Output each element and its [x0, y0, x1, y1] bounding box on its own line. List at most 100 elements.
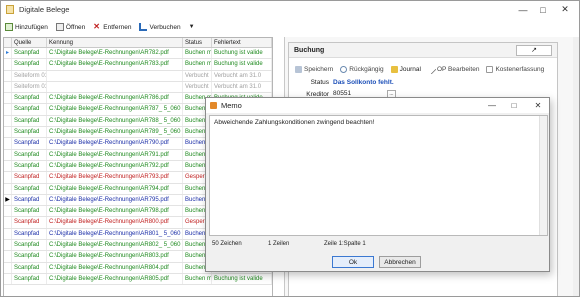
- cell-kennung: C:\Digitale Belege\E-Rechnungen\AR782.pd…: [47, 48, 183, 59]
- open-document-icon: [55, 23, 64, 31]
- status-label: Status: [310, 78, 329, 86]
- header-kennung[interactable]: Kennung: [47, 38, 183, 47]
- journal-button[interactable]: Journal: [390, 65, 421, 73]
- memo-title-bar: Memo — □ ✕: [206, 98, 549, 113]
- memo-statusbar: 50 Zeichen 1 Zeilen Zeile 1:Spalte 1: [209, 239, 548, 249]
- header-status[interactable]: Status: [183, 38, 212, 47]
- cell-kennung: [47, 81, 183, 93]
- cell-kennung: C:\Digitale Belege\E-Rechnungen\AR802_ 5…: [47, 240, 183, 251]
- cell-quelle: Scanpfad: [12, 127, 47, 138]
- pencil-icon: [426, 64, 437, 74]
- cancel-label: Abbrechen: [384, 258, 416, 266]
- memo-textarea[interactable]: Abweichende Zahlungskonditionen zwingend…: [209, 115, 548, 236]
- cell-kennung: [47, 70, 183, 81]
- table-row[interactable]: Scanpfad C:\Digitale Belege\E-Rechnungen\…: [4, 273, 272, 286]
- row-indicator: [4, 149, 12, 160]
- op-edit-button[interactable]: OP Bearbeiten: [426, 64, 480, 74]
- cell-kennung: C:\Digitale Belege\E-Rechnungen\AR783.pd…: [47, 59, 183, 70]
- cell-quelle: Scanpfad: [12, 206, 47, 217]
- cell-status: Buchen mögl: [183, 48, 212, 59]
- cell-kennung: C:\Digitale Belege\E-Rechnungen\AR791.pd…: [47, 149, 183, 160]
- cell-quelle: Scanpfad: [12, 160, 47, 172]
- remove-button[interactable]: ✕ Entfernen: [93, 23, 131, 31]
- row-indicator: [4, 81, 12, 93]
- header-fehlertext[interactable]: Fehlertext: [212, 38, 272, 47]
- cell-kennung: C:\Digitale Belege\E-Rechnungen\AR795.pd…: [47, 194, 183, 206]
- cell-kennung: C:\Digitale Belege\E-Rechnungen\AR805.pd…: [47, 273, 183, 285]
- cell-quelle: Scanpfad: [12, 228, 47, 240]
- memo-cursor-position: Zeile 1:Spalte 1: [324, 241, 366, 247]
- row-indicator: [4, 104, 12, 115]
- row-indicator: [4, 206, 12, 217]
- cell-quelle: Scanpfad: [12, 93, 47, 104]
- row-indicator-header: [4, 38, 12, 47]
- main-toolbar: Hinzufügen Öffnen ✕ Entfernen Verbuchen …: [1, 19, 579, 35]
- table-row[interactable]: ▸ Scanpfad C:\Digitale Belege\E-Rechnungen…: [4, 48, 272, 60]
- cell-quelle: Scanpfad: [12, 183, 47, 194]
- cell-kennung: C:\Digitale Belege\E-Rechnungen\AR792.pd…: [47, 160, 183, 172]
- row-indicator: [4, 115, 12, 127]
- row-indicator: [4, 251, 12, 262]
- cell-kennung: C:\Digitale Belege\E-Rechnungen\AR787_ 5…: [47, 104, 183, 115]
- right-scrollbar[interactable]: [573, 37, 579, 296]
- table-row[interactable]: Scanpfad C:\Digitale Belege\E-Rechnungen\…: [4, 59, 272, 71]
- buchung-title: Buchung: [294, 46, 325, 54]
- cell-quelle: Scanpfad: [12, 48, 47, 59]
- cell-quelle: Scanpfad: [12, 172, 47, 183]
- book-button[interactable]: Verbuchen: [139, 23, 181, 31]
- cost-sheet-icon: [486, 65, 494, 73]
- op-edit-label: OP Bearbeiten: [436, 65, 480, 73]
- grid-header: Quelle Kennung Status Fehlertext: [4, 38, 272, 48]
- cell-quelle: Scanpfad: [12, 194, 47, 206]
- popout-button[interactable]: ↗: [516, 44, 552, 56]
- row-indicator: [4, 93, 12, 104]
- cost-button[interactable]: Kostenerfassung: [486, 65, 544, 73]
- journal-icon: [390, 65, 398, 73]
- undo-button[interactable]: Rückgängig: [340, 65, 384, 73]
- cell-status: Verbucht: [183, 70, 212, 81]
- book-label: Verbuchen: [149, 23, 181, 31]
- cell-kennung: C:\Digitale Belege\E-Rechnungen\AR794.pd…: [47, 183, 183, 194]
- memo-title: Memo: [221, 101, 242, 110]
- row-indicator: [4, 160, 12, 172]
- cell-quelle: Scanpfad: [12, 251, 47, 262]
- row-indicator: [4, 183, 12, 194]
- delete-icon: ✕: [93, 22, 100, 31]
- add-button[interactable]: Hinzufügen: [5, 23, 48, 31]
- cell-quelle: Scanpfad: [12, 217, 47, 228]
- memo-maximize-icon[interactable]: □: [504, 98, 524, 113]
- cell-quelle: Scanpfad: [12, 240, 47, 251]
- cell-fehlertext: Buchung ist valide: [212, 273, 272, 285]
- undo-label: Rückgängig: [349, 65, 384, 73]
- ok-label: Ok: [348, 258, 358, 266]
- ok-button[interactable]: Ok: [332, 256, 374, 268]
- row-indicator: [4, 70, 12, 81]
- memo-scrollbar[interactable]: [539, 116, 547, 235]
- row-indicator: [4, 138, 12, 149]
- row-indicator: [4, 172, 12, 183]
- close-icon[interactable]: ✕: [551, 1, 579, 18]
- memo-char-count: 50 Zeichen: [212, 241, 242, 247]
- cell-quelle: Scanpfad: [12, 59, 47, 70]
- table-row[interactable]: Seiteform 01 20201 02 VerbuchtVerbucht am…: [4, 70, 272, 82]
- book-entry-icon: [139, 23, 148, 31]
- table-row[interactable]: Seiteform 01 20201 03 VerbuchtVerbucht am…: [4, 81, 272, 94]
- cell-kennung: C:\Digitale Belege\E-Rechnungen\AR789_ 5…: [47, 127, 183, 138]
- buchung-toolbar: Speichern Rückgängig Journal OP Bearbeit…: [289, 62, 557, 76]
- memo-app-icon: [210, 102, 217, 109]
- cancel-button[interactable]: Abbrechen: [379, 256, 421, 268]
- open-button[interactable]: Öffnen: [55, 23, 86, 31]
- cell-kennung: C:\Digitale Belege\E-Rechnungen\AR790.pd…: [47, 138, 183, 149]
- header-quelle[interactable]: Quelle: [12, 38, 47, 47]
- save-button[interactable]: Speichern: [295, 65, 334, 73]
- book-dropdown[interactable]: ▼: [189, 24, 195, 30]
- memo-close-icon[interactable]: ✕: [528, 98, 548, 113]
- save-label: Speichern: [304, 65, 334, 73]
- cell-kennung: C:\Digitale Belege\E-Rechnungen\AR800.pd…: [47, 217, 183, 228]
- cell-kennung: C:\Digitale Belege\E-Rechnungen\AR804.pd…: [47, 262, 183, 273]
- cell-quelle: Scanpfad: [12, 104, 47, 115]
- row-indicator: [4, 127, 12, 138]
- memo-minimize-icon[interactable]: —: [482, 98, 502, 113]
- journal-label: Journal: [399, 65, 421, 73]
- open-label: Öffnen: [65, 23, 86, 31]
